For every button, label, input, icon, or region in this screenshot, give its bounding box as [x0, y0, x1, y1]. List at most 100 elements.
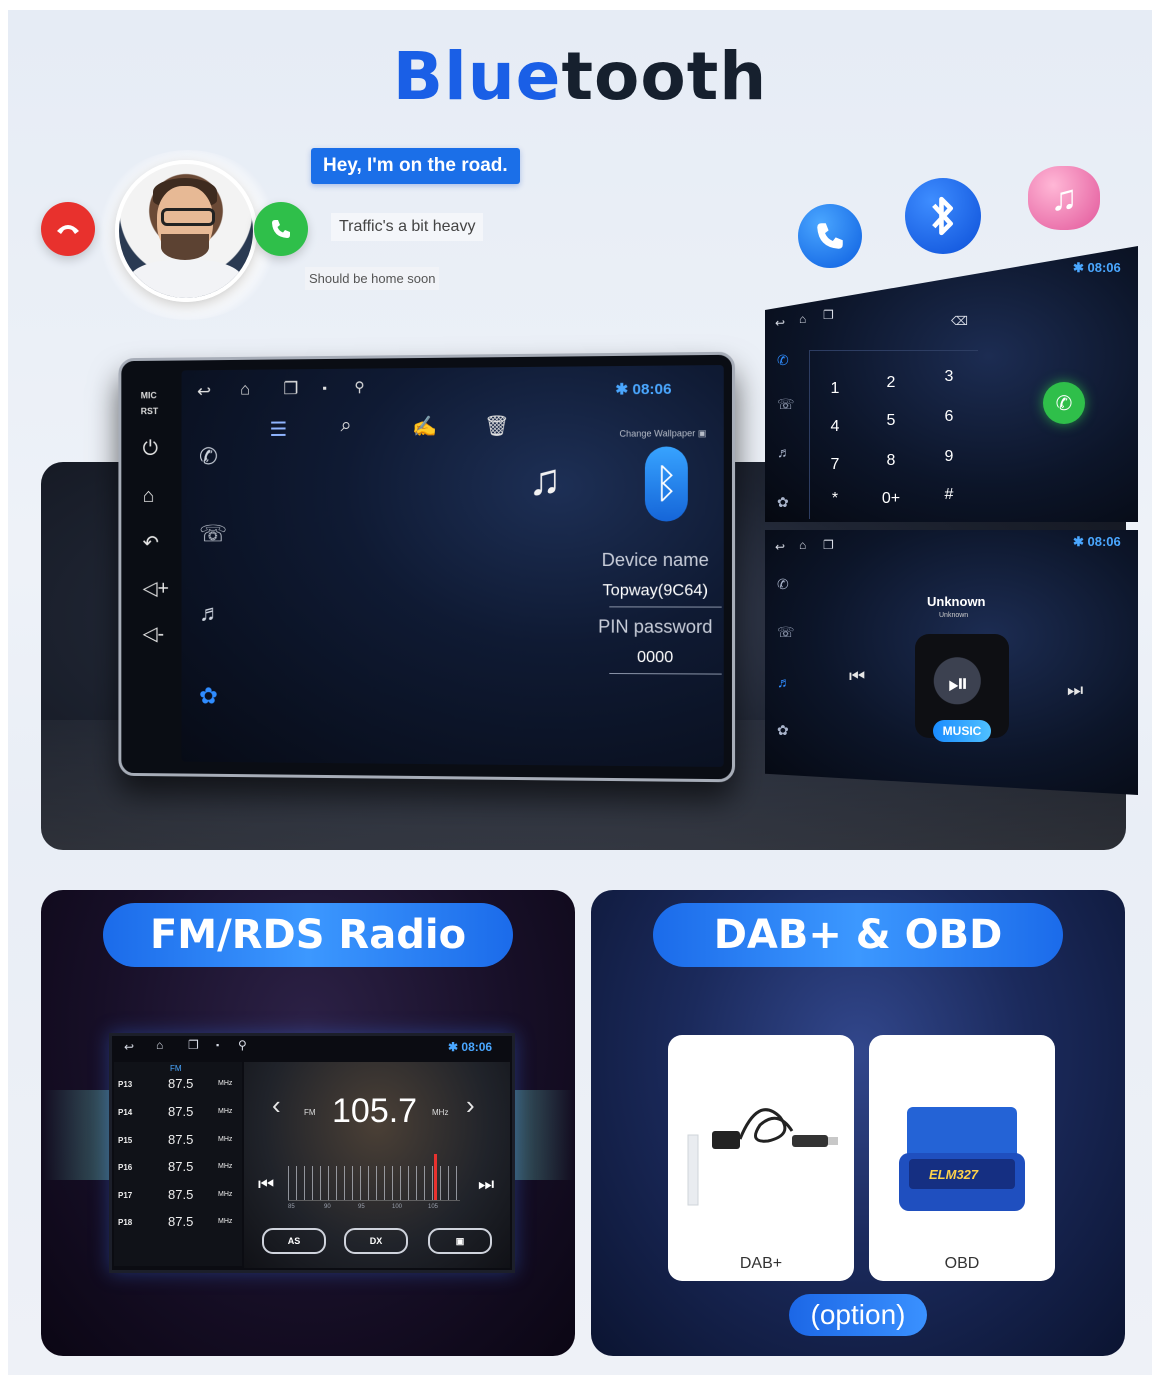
change-wallpaper[interactable]: Change Wallpaper ▣ — [619, 428, 706, 440]
dial-call-button[interactable]: ✆ — [1043, 382, 1085, 424]
volume-up-icon[interactable]: ◁+ — [143, 576, 169, 601]
preset-row[interactable]: P14 87.5 MHz — [118, 1104, 236, 1124]
freq-unit: MHz — [432, 1108, 449, 1117]
sd-icon: ▪ — [216, 1040, 220, 1050]
dialpad-key[interactable]: 2 — [871, 374, 911, 392]
dialpad-key[interactable]: 5 — [871, 412, 911, 430]
phone-app-icon — [798, 204, 862, 268]
calls-icon[interactable]: ✆ — [199, 443, 218, 470]
device-name-label: Device name — [601, 549, 709, 571]
chat-bubble-1: Hey, I'm on the road. — [311, 148, 520, 184]
next-station-icon[interactable]: ⏭ — [478, 1174, 494, 1195]
pair-icon[interactable]: ✍ — [412, 414, 437, 439]
usb-icon: ⚲ — [238, 1038, 247, 1052]
seek-up-icon[interactable]: › — [466, 1090, 475, 1121]
dial-tick: 105 — [428, 1204, 439, 1210]
back-icon[interactable]: ↩ — [197, 382, 211, 402]
calls-icon[interactable]: ✆ — [777, 576, 789, 593]
backspace-icon[interactable]: ⌫ — [951, 314, 968, 328]
obd-adapter-image — [899, 1107, 1025, 1211]
dab-pill-title: DAB+ & OBD — [653, 903, 1063, 967]
head-unit-screen: ↩ ⌂ ❐ ▪ ⚲ ✱ 08:06 ✆ ☏ ♬ ✿ ☰ ⌕ ✍ 🗑 Change… — [181, 365, 724, 767]
settings-icon[interactable]: ✿ — [777, 722, 789, 739]
dab-antenna-image — [687, 1108, 838, 1206]
dab-product-card: DAB+ — [668, 1035, 854, 1281]
divider — [609, 606, 722, 608]
dialpad-key[interactable]: 7 — [815, 456, 855, 474]
back-icon[interactable]: ↩ — [775, 316, 785, 330]
head-unit-side-panel: MIC RST ⏻ ⌂ ↶ ◁+ ◁- — [127, 370, 176, 755]
calls-icon[interactable]: ✆ — [777, 352, 789, 369]
dab-label: DAB+ — [739, 1255, 783, 1272]
bt-music-icon[interactable]: ♬ — [777, 674, 791, 690]
list-icon[interactable]: ☰ — [270, 417, 288, 442]
recents-icon[interactable]: ❐ — [823, 538, 834, 552]
contacts-icon[interactable]: ☏ — [199, 520, 227, 547]
dial-tick: 85 — [288, 1204, 295, 1210]
music-time: ✱ 08:06 — [1073, 534, 1121, 549]
decline-call-button[interactable] — [41, 202, 95, 256]
back-icon[interactable]: ↩ — [124, 1040, 134, 1054]
wallpaper-button[interactable]: ▣ — [428, 1228, 492, 1254]
freq-band: FM — [304, 1108, 316, 1117]
dialpad-key[interactable]: 3 — [929, 368, 969, 386]
delete-icon[interactable]: 🗑 — [484, 413, 510, 438]
search-icon[interactable]: ⌕ — [341, 415, 352, 438]
dial-tick: 100 — [392, 1204, 403, 1210]
avatar — [115, 160, 257, 302]
dialpad-key[interactable]: 9 — [929, 448, 969, 466]
obd-brand: ELM327 — [929, 1167, 979, 1182]
home-hard-icon[interactable]: ⌂ — [143, 485, 155, 508]
hangup-icon — [57, 225, 79, 234]
home-icon[interactable]: ⌂ — [156, 1038, 163, 1052]
band-label: FM — [170, 1064, 182, 1073]
settings-icon[interactable]: ✿ — [777, 494, 789, 511]
dialpad-key[interactable]: 8 — [871, 452, 911, 470]
bluetooth-app-icon — [905, 178, 981, 254]
back-icon[interactable]: ↩ — [775, 540, 785, 554]
fm-pill-title: FM/RDS Radio — [103, 903, 513, 967]
contacts-icon[interactable]: ☏ — [777, 396, 795, 413]
preset-row[interactable]: P15 87.5 MHz — [118, 1132, 236, 1152]
head-unit: MIC RST ⏻ ⌂ ↶ ◁+ ◁- ↩ ⌂ ❐ ▪ ⚲ ✱ 08:06 ✆ … — [118, 351, 736, 783]
dialpad-key[interactable]: 0+ — [871, 490, 911, 508]
preset-row[interactable]: P18 87.5 MHz — [118, 1214, 236, 1234]
prev-station-icon[interactable]: ⏮ — [258, 1174, 274, 1195]
rst-label: RST — [140, 406, 159, 417]
dialpad-key[interactable]: 6 — [929, 408, 969, 426]
previous-track-icon[interactable]: ⏮ — [849, 666, 865, 687]
preset-row[interactable]: P17 87.5 MHz — [118, 1187, 236, 1207]
dx-button[interactable]: DX — [344, 1228, 408, 1254]
recents-icon[interactable]: ❐ — [823, 308, 834, 322]
home-icon[interactable]: ⌂ — [799, 312, 806, 326]
settings-icon[interactable]: ✿ — [199, 683, 218, 710]
contacts-icon[interactable]: ☏ — [777, 624, 795, 641]
dialpad-key[interactable]: * — [815, 490, 855, 508]
answer-call-button[interactable] — [254, 202, 308, 256]
recents-icon[interactable]: ❐ — [188, 1038, 199, 1052]
home-icon[interactable]: ⌂ — [240, 380, 250, 400]
dialpad-key[interactable]: 4 — [815, 418, 855, 436]
recents-icon[interactable]: ❐ — [283, 379, 298, 399]
home-icon[interactable]: ⌂ — [799, 538, 806, 552]
preset-row[interactable]: P13 87.5 MHz — [118, 1076, 236, 1096]
power-icon[interactable]: ⏻ — [143, 438, 158, 461]
bt-music-icon[interactable]: ♬ — [777, 444, 791, 460]
sd-icon: ▪ — [322, 380, 327, 395]
volume-down-icon[interactable]: ◁- — [143, 621, 164, 646]
track-title: Unknown — [927, 594, 986, 609]
play-pause-icon[interactable]: ⏯ — [948, 668, 969, 700]
back-hard-icon[interactable]: ↶ — [143, 530, 159, 555]
next-track-icon[interactable]: ⏭ — [1067, 680, 1083, 701]
preset-row[interactable]: P16 87.5 MHz — [118, 1159, 236, 1179]
dial-tick: 90 — [324, 1204, 331, 1210]
dial-tick: 95 — [358, 1204, 365, 1210]
dialpad-key[interactable]: 1 — [815, 380, 855, 398]
radio-screen: ↩ ⌂ ❐ ▪ ⚲ ✱ 08:06 FM P13 87.5 MHz P14 87.5 M… — [109, 1033, 515, 1273]
music-panel: ✱ 08:06 ↩ ⌂ ❐ ✆ ☏ ♬ ✿ Unknown Unknown ⏮ … — [765, 530, 1138, 795]
seek-down-icon[interactable]: ‹ — [272, 1090, 281, 1121]
bt-music-icon[interactable]: ♬ — [199, 600, 221, 627]
dialpad-time: ✱ 08:06 — [1073, 260, 1121, 275]
dialpad-key[interactable]: # — [929, 486, 969, 504]
as-button[interactable]: AS — [262, 1228, 326, 1254]
